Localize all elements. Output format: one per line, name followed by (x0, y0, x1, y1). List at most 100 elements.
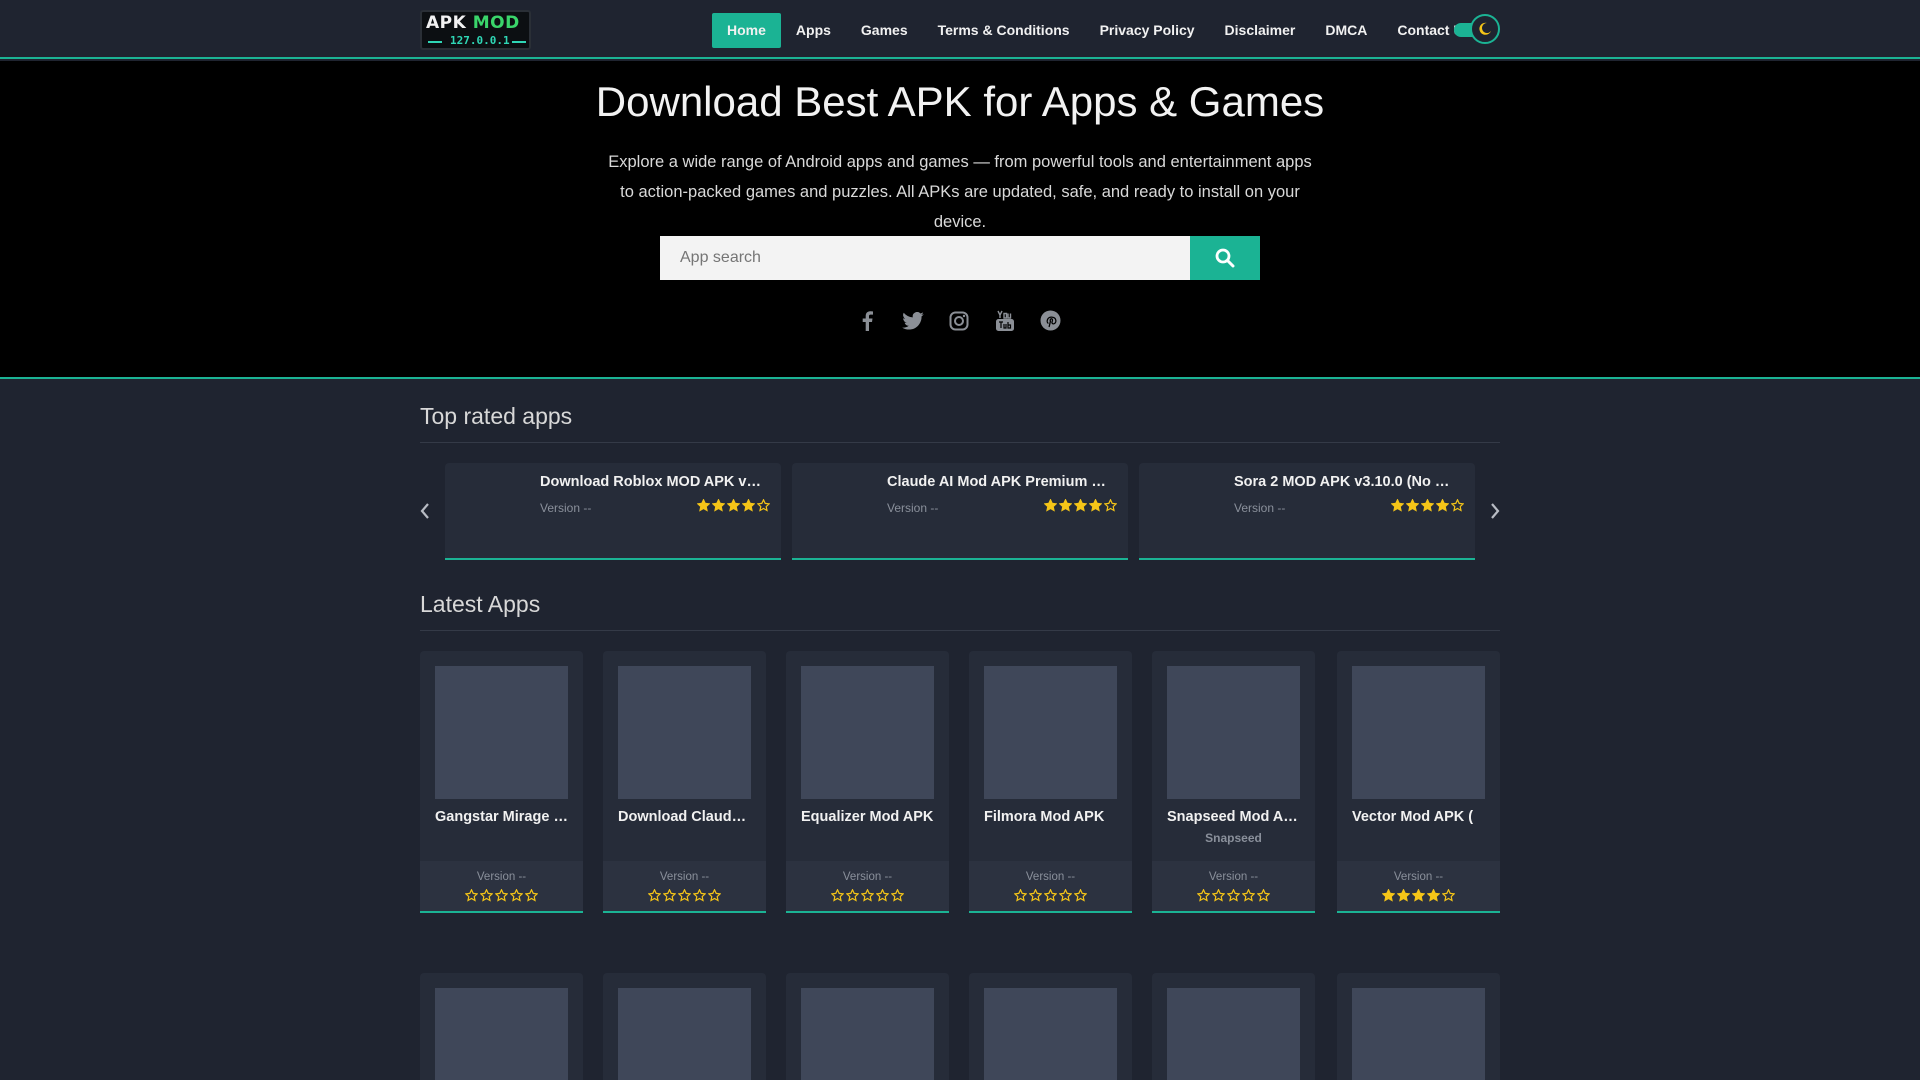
nav-disclaimer[interactable]: Disclaimer (1210, 13, 1311, 48)
app-thumbnail (1352, 988, 1485, 1080)
app-title: Download Roblox MOD APK v2.698.937 (Unli… (540, 474, 768, 490)
main-nav: Home Apps Games Terms & Conditions Priva… (712, 13, 1486, 48)
star-outline-icon (525, 889, 538, 902)
nav-terms[interactable]: Terms & Conditions (923, 13, 1085, 48)
app-thumbnail (618, 988, 751, 1080)
app-thumbnail (1352, 666, 1485, 799)
star-filled-icon (1397, 889, 1410, 902)
app-card[interactable] (603, 973, 766, 1080)
twitter-icon[interactable] (900, 308, 925, 333)
nav-dmca[interactable]: DMCA (1310, 13, 1382, 48)
app-thumbnail (801, 988, 934, 1080)
star-outline-icon (648, 889, 661, 902)
top-rated-card[interactable]: Sora 2 MOD APK v3.10.0 (No Watermark) Ve… (1139, 463, 1475, 560)
carousel-next-button[interactable] (1488, 501, 1502, 521)
star-filled-icon (1427, 889, 1440, 902)
app-version: Version -- (540, 501, 592, 515)
facebook-icon[interactable] (854, 308, 879, 333)
moon-icon (1479, 22, 1491, 35)
nav-apps[interactable]: Apps (781, 13, 846, 48)
app-subtitle: Snapseed (1205, 831, 1262, 845)
nav-privacy-policy[interactable]: Privacy Policy (1085, 13, 1210, 48)
site-logo[interactable]: APK MOD 127.0.0.1 (420, 10, 531, 50)
app-card-footer: Version -- (786, 861, 949, 911)
social-links (854, 308, 1063, 333)
app-title: Download Claude AI Mod APK (618, 809, 752, 825)
rating-stars (1152, 889, 1315, 907)
app-card-footer: Version -- (1337, 861, 1500, 911)
app-thumbnail (1153, 477, 1215, 539)
app-card[interactable] (420, 973, 583, 1080)
star-filled-icon (1406, 499, 1419, 512)
app-version: Version -- (1234, 501, 1286, 515)
nav-games[interactable]: Games (846, 13, 923, 48)
app-version: Version -- (659, 871, 710, 883)
top-rated-card[interactable]: Claude AI Mod APK Premium Unlocked Versi… (792, 463, 1128, 560)
app-card[interactable] (969, 973, 1132, 1080)
app-title: Gangstar Mirage Mod APK (435, 809, 569, 825)
star-outline-icon (861, 889, 874, 902)
app-card[interactable] (786, 973, 949, 1080)
search-input[interactable] (660, 236, 1190, 280)
star-filled-icon (1436, 499, 1449, 512)
star-outline-icon (1029, 889, 1042, 902)
app-title: Equalizer Mod APK (801, 809, 934, 825)
star-filled-icon (1089, 499, 1102, 512)
app-card-footer: Version -- (603, 861, 766, 911)
star-outline-icon (708, 889, 721, 902)
app-card[interactable]: Equalizer Mod APK Version -- (786, 651, 949, 913)
star-outline-icon (1044, 889, 1057, 902)
app-card[interactable] (1337, 973, 1500, 1080)
star-outline-icon (495, 889, 508, 902)
search-button[interactable] (1190, 236, 1260, 280)
rating-stars (786, 889, 949, 907)
chevron-right-icon (1491, 503, 1500, 519)
star-filled-icon (1059, 499, 1072, 512)
star-outline-icon (1059, 889, 1072, 902)
star-filled-icon (1391, 499, 1404, 512)
star-outline-icon (1242, 889, 1255, 902)
star-filled-icon (1074, 499, 1087, 512)
star-outline-icon (757, 499, 770, 512)
app-title: Vector Mod APK ( (1352, 809, 1474, 825)
app-card[interactable] (1152, 973, 1315, 1080)
app-version: Version -- (476, 871, 527, 883)
top-rated-card[interactable]: Download Roblox MOD APK v2.698.937 (Unli… (445, 463, 781, 560)
app-thumbnail (618, 666, 751, 799)
youtube-icon[interactable] (992, 308, 1017, 333)
app-thumbnail (984, 988, 1117, 1080)
app-card[interactable]: Gangstar Mirage Mod APK Version -- (420, 651, 583, 913)
star-filled-icon (1421, 499, 1434, 512)
app-version: Version -- (842, 871, 893, 883)
app-card[interactable]: Snapseed Mod APK Snapseed Version -- (1152, 651, 1315, 913)
app-version: Version -- (1393, 871, 1444, 883)
instagram-icon[interactable] (946, 308, 971, 333)
star-filled-icon (1044, 499, 1057, 512)
star-outline-icon (1014, 889, 1027, 902)
chevron-left-icon (420, 503, 429, 519)
star-outline-icon (1104, 499, 1117, 512)
carousel-prev-button[interactable] (418, 501, 432, 521)
app-card-footer: Version -- (420, 861, 583, 911)
star-outline-icon (876, 889, 889, 902)
star-outline-icon (1197, 889, 1210, 902)
app-thumbnail (984, 666, 1117, 799)
pinterest-icon[interactable] (1038, 308, 1063, 333)
app-card[interactable]: Download Claude AI Mod APK Version -- (603, 651, 766, 913)
star-outline-icon (678, 889, 691, 902)
nav-home[interactable]: Home (712, 13, 781, 48)
app-card-footer: Version -- (1152, 861, 1315, 911)
toggle-knob (1470, 14, 1500, 44)
logo-subtitle: 127.0.0.1 (450, 34, 510, 47)
app-card[interactable]: Filmora Mod APK Version -- (969, 651, 1132, 913)
app-version: Version -- (887, 501, 939, 515)
star-outline-icon (1227, 889, 1240, 902)
dark-mode-toggle[interactable] (1454, 14, 1500, 44)
app-title: Sora 2 MOD APK v3.10.0 (No Watermark) (1234, 474, 1462, 490)
rating-stars (603, 889, 766, 907)
star-outline-icon (1442, 889, 1455, 902)
star-filled-icon (727, 499, 740, 512)
app-version: Version -- (1025, 871, 1076, 883)
search-form (660, 236, 1260, 280)
app-card[interactable]: Vector Mod APK ( Version -- (1337, 651, 1500, 913)
